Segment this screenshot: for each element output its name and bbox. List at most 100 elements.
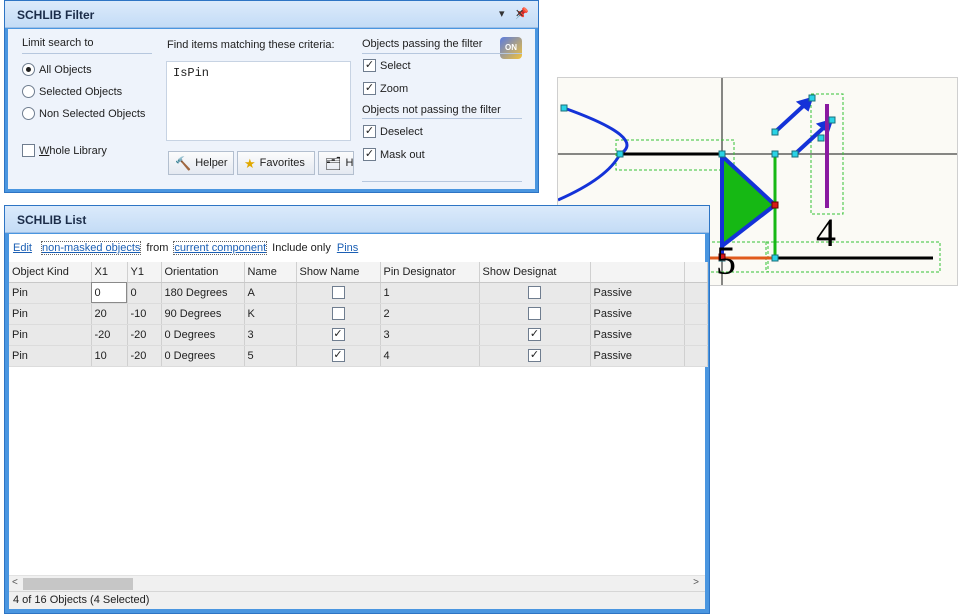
- filter-wizard-icon[interactable]: ON: [500, 37, 522, 59]
- scrollbar-thumb[interactable]: [23, 578, 133, 590]
- table-cell[interactable]: [684, 345, 708, 367]
- table-cell[interactable]: Passive: [590, 324, 685, 346]
- table-cell-checkbox[interactable]: [479, 303, 591, 325]
- table-cell[interactable]: -20: [127, 324, 162, 346]
- table-cell-checkbox[interactable]: [296, 303, 381, 325]
- whole-library-checkbox[interactable]: Whole Library: [22, 144, 107, 157]
- table-cell-checkbox[interactable]: ✓: [479, 345, 591, 367]
- column-header[interactable]: Orientation: [161, 262, 245, 283]
- checkbox-icon[interactable]: ✓: [363, 125, 376, 138]
- table-row[interactable]: Pin 20 -10 90 Degrees K 2 Passive: [9, 303, 708, 325]
- column-header[interactable]: [590, 262, 685, 283]
- status-bar: 4 of 16 Objects (4 Selected): [9, 591, 705, 609]
- table-cell[interactable]: Pin: [9, 282, 92, 304]
- checkbox-icon[interactable]: ✓: [363, 59, 376, 72]
- checkbox-icon[interactable]: ✓: [331, 349, 345, 362]
- table-cell[interactable]: -20: [91, 324, 128, 346]
- column-header[interactable]: Name: [244, 262, 297, 283]
- horizontal-scrollbar[interactable]: < >: [9, 575, 705, 591]
- table-cell[interactable]: 180 Degrees: [161, 282, 245, 304]
- table-cell[interactable]: 2: [380, 303, 480, 325]
- objects-table: Object Kind X1 Y1 Orientation Name Show …: [9, 262, 708, 367]
- checkbox-icon[interactable]: [22, 144, 35, 157]
- column-header[interactable]: Pin Designator: [380, 262, 480, 283]
- table-cell[interactable]: Passive: [590, 282, 685, 304]
- mask-out-checkbox[interactable]: ✓ Mask out: [363, 148, 425, 161]
- checkbox-icon[interactable]: ✓: [331, 328, 345, 341]
- table-cell[interactable]: K: [244, 303, 297, 325]
- list-titlebar: SCHLIB List: [5, 206, 709, 233]
- mask-mode-link[interactable]: non-masked objects: [40, 241, 142, 255]
- checkbox-icon[interactable]: ✓: [363, 148, 376, 161]
- table-cell-checkbox[interactable]: ✓: [296, 345, 381, 367]
- include-kind-link[interactable]: Pins: [337, 242, 358, 254]
- zoom-checkbox[interactable]: ✓ Zoom: [363, 82, 408, 95]
- column-header[interactable]: Y1: [127, 262, 162, 283]
- table-cell[interactable]: [684, 282, 708, 304]
- list-body: Edit non-masked objects from current com…: [9, 234, 708, 609]
- select-checkbox[interactable]: ✓ Select: [363, 59, 411, 72]
- column-header[interactable]: Object Kind: [9, 262, 92, 283]
- table-cell[interactable]: 1: [380, 282, 480, 304]
- table-cell[interactable]: 20: [91, 303, 128, 325]
- checkbox-icon[interactable]: [528, 286, 541, 299]
- table-cell[interactable]: 10: [91, 345, 128, 367]
- table-cell[interactable]: [684, 324, 708, 346]
- checkbox-icon[interactable]: ✓: [528, 328, 541, 341]
- table-cell[interactable]: 0 Degrees: [161, 345, 245, 367]
- table-row[interactable]: Pin 10 -20 0 Degrees 5 ✓ 4 ✓ Passive: [9, 345, 708, 367]
- table-cell[interactable]: 0: [91, 282, 128, 304]
- table-cell[interactable]: -20: [127, 345, 162, 367]
- checkbox-icon[interactable]: [331, 307, 345, 320]
- radio-selected-objects[interactable]: Selected Objects: [22, 85, 122, 98]
- table-cell[interactable]: 90 Degrees: [161, 303, 245, 325]
- edit-link[interactable]: Edit: [13, 242, 32, 254]
- table-cell[interactable]: Passive: [590, 303, 685, 325]
- checkbox-icon[interactable]: [331, 286, 345, 299]
- passing-label: Objects passing the filter: [362, 38, 483, 50]
- checkbox-icon[interactable]: ✓: [363, 82, 376, 95]
- table-cell[interactable]: Passive: [590, 345, 685, 367]
- table-cell[interactable]: [684, 303, 708, 325]
- table-cell[interactable]: 0: [127, 282, 162, 304]
- table-cell[interactable]: -10: [127, 303, 162, 325]
- column-header[interactable]: Show Name: [296, 262, 381, 283]
- column-header[interactable]: X1: [91, 262, 128, 283]
- panel-menu-icon[interactable]: ▾: [499, 7, 505, 20]
- table-cell[interactable]: A: [244, 282, 297, 304]
- scroll-right-icon[interactable]: >: [693, 577, 699, 588]
- table-cell[interactable]: 0 Degrees: [161, 324, 245, 346]
- radio-icon[interactable]: [22, 107, 35, 120]
- from-text: from: [146, 242, 169, 254]
- favorites-button[interactable]: ★ Favorites: [237, 151, 315, 175]
- table-row[interactable]: Pin -20 -20 0 Degrees 3 ✓ 3 ✓ Passive: [9, 324, 708, 346]
- table-cell[interactable]: 4: [380, 345, 480, 367]
- scroll-left-icon[interactable]: <: [12, 577, 18, 588]
- checkbox-icon[interactable]: ✓: [528, 349, 541, 362]
- scope-link[interactable]: current component: [173, 241, 268, 255]
- helper-button[interactable]: 🔨 Helper: [168, 151, 234, 175]
- checkbox-icon[interactable]: [528, 307, 541, 320]
- table-cell[interactable]: Pin: [9, 345, 92, 367]
- deselect-checkbox[interactable]: ✓ Deselect: [363, 125, 423, 138]
- table-cell-checkbox[interactable]: [479, 282, 591, 304]
- filter-body: Limit search to All Objects Selected Obj…: [8, 29, 535, 189]
- close-icon[interactable]: ✕: [515, 7, 524, 20]
- table-cell-checkbox[interactable]: ✓: [479, 324, 591, 346]
- column-header[interactable]: Show Designat: [479, 262, 591, 283]
- table-cell[interactable]: Pin: [9, 324, 92, 346]
- history-button[interactable]: 🗂 Hi: [318, 151, 354, 175]
- table-cell-checkbox[interactable]: [296, 282, 381, 304]
- radio-icon[interactable]: [22, 85, 35, 98]
- table-row[interactable]: Pin 0 0 180 Degrees A 1 Passive: [9, 282, 708, 304]
- radio-non-selected-objects[interactable]: Non Selected Objects: [22, 107, 145, 120]
- table-cell[interactable]: 3: [244, 324, 297, 346]
- table-cell-checkbox[interactable]: ✓: [296, 324, 381, 346]
- radio-all-objects[interactable]: All Objects: [22, 63, 92, 76]
- table-cell[interactable]: 3: [380, 324, 480, 346]
- column-header[interactable]: [684, 262, 708, 283]
- radio-icon[interactable]: [22, 63, 35, 76]
- table-cell[interactable]: 5: [244, 345, 297, 367]
- criteria-input[interactable]: IsPin: [166, 61, 351, 141]
- table-cell[interactable]: Pin: [9, 303, 92, 325]
